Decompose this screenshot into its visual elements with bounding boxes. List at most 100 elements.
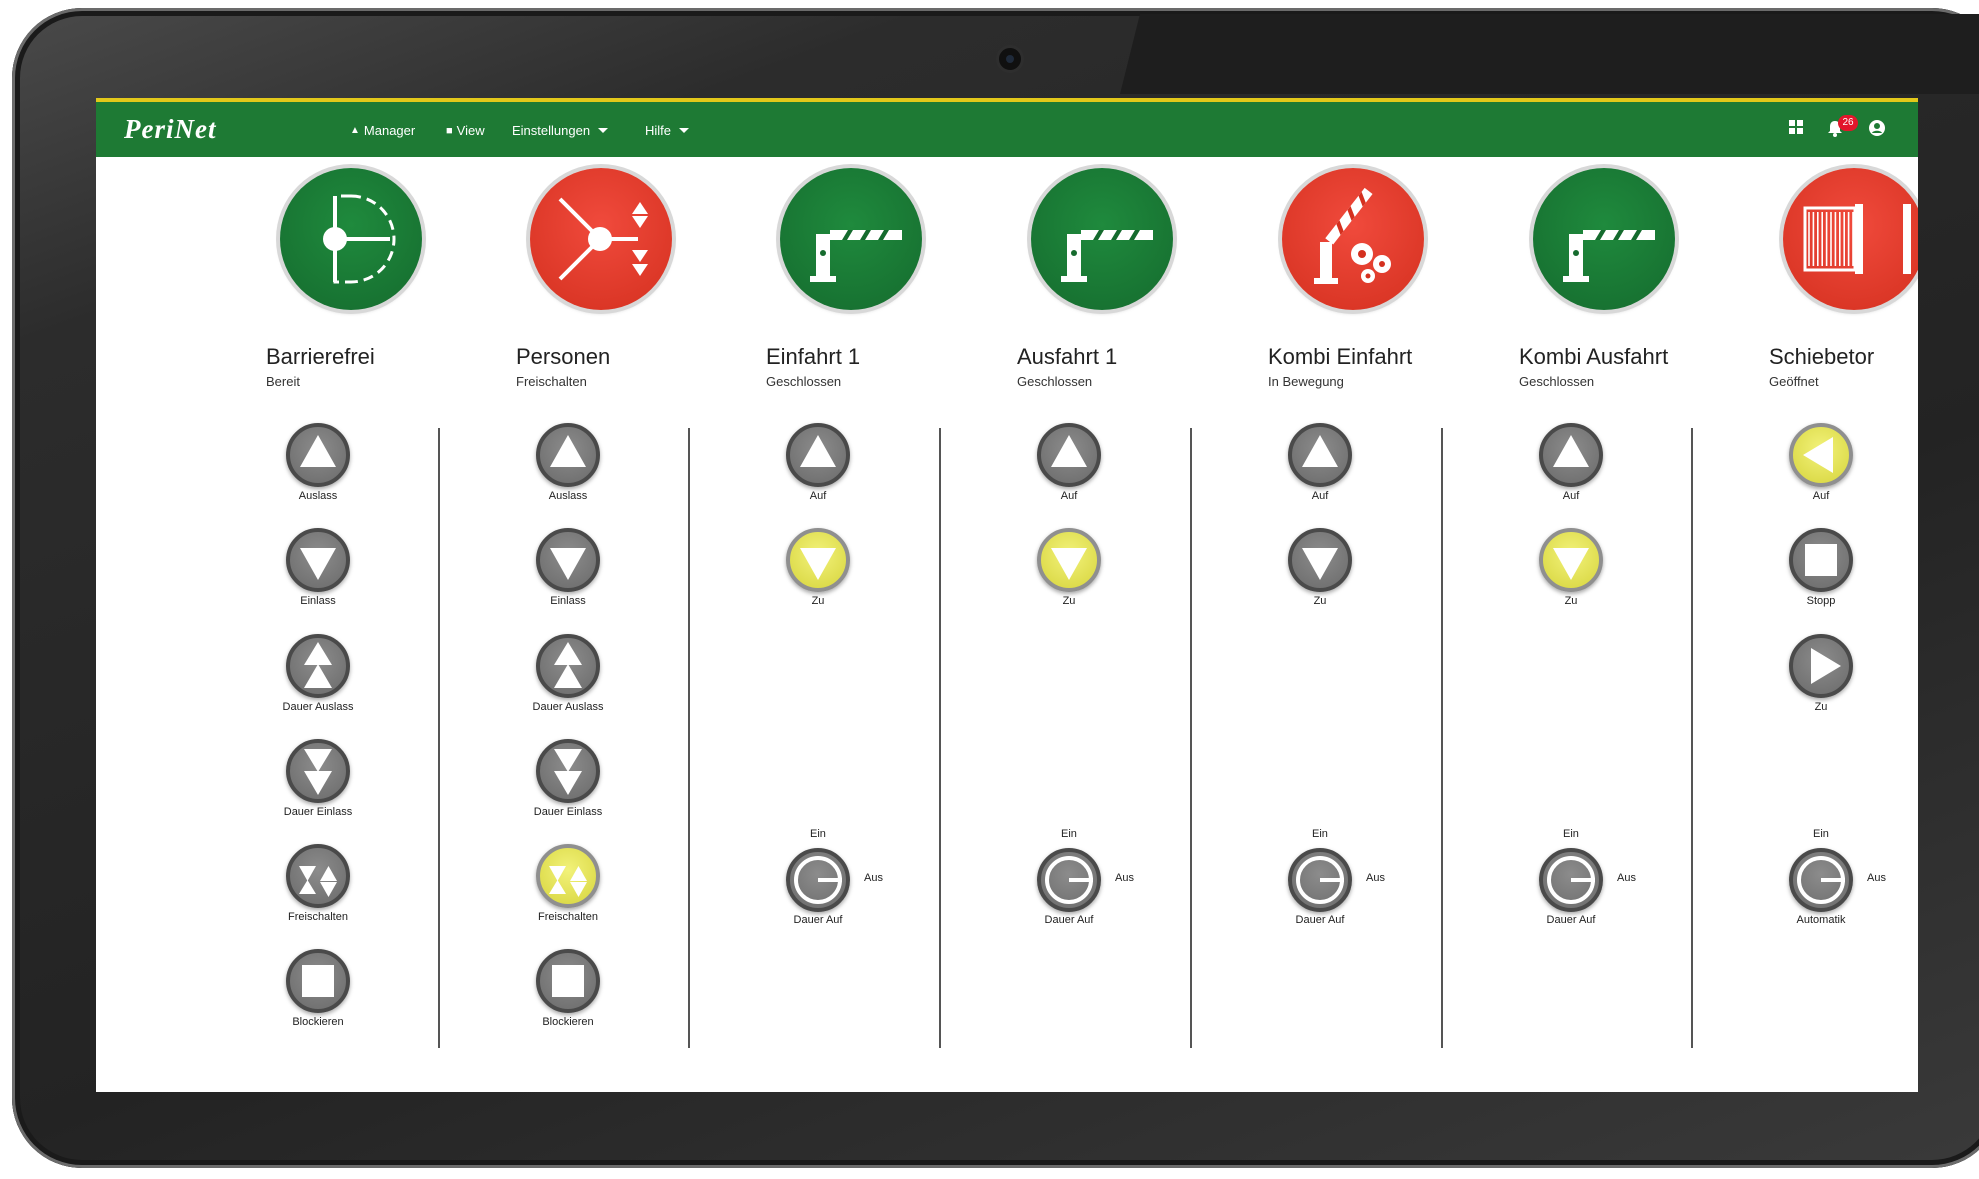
einlass-button[interactable] <box>536 528 600 592</box>
tablet-glare <box>1120 14 1979 94</box>
device-column-barrierefrei: Barrierefrei Bereit Auslass Einlass Dauer Au… <box>196 98 446 1092</box>
dauer-einlass-button[interactable] <box>536 739 600 803</box>
dauer-einlass-button[interactable] <box>286 739 350 803</box>
device-column-personen: Personen Freischalten Auslass Einlass Dauer … <box>446 98 696 1092</box>
auf-button[interactable] <box>1539 423 1603 487</box>
device-title: Ausfahrt 1 <box>1017 344 1118 369</box>
blockieren-button[interactable] <box>536 949 600 1013</box>
toggle-on-label: Ein <box>1563 828 1579 840</box>
device-column-kombi-ausfahrt: Kombi Ausfahrt Geschlossen Auf Zu Ein Aus Dau… <box>1449 98 1699 1092</box>
mode-toggle-dial[interactable] <box>1789 848 1853 912</box>
button-label: Auslass <box>298 490 338 502</box>
button-label: Blockieren <box>292 1016 344 1028</box>
double-arrow-up-icon <box>554 642 582 688</box>
zu-button[interactable] <box>1789 634 1853 698</box>
device-status: In Bewegung <box>1268 374 1344 389</box>
button-label: Dauer Auslass <box>532 701 604 713</box>
button-label: Auf <box>809 490 827 502</box>
mode-toggle-dial[interactable] <box>1037 848 1101 912</box>
zu-button[interactable] <box>1288 528 1352 592</box>
button-label: Zu <box>1062 595 1076 607</box>
zu-button[interactable] <box>1037 528 1101 592</box>
zu-button[interactable] <box>1539 528 1603 592</box>
column-divider <box>939 428 941 1048</box>
button-label: Freischalten <box>538 911 598 923</box>
dauer-auslass-button[interactable] <box>286 634 350 698</box>
double-arrow-down-icon <box>554 749 582 795</box>
barrier-moving-icon[interactable] <box>1282 168 1424 310</box>
auslass-button[interactable] <box>536 423 600 487</box>
arrow-down-icon <box>800 548 836 580</box>
barrier-closed-icon[interactable] <box>1533 168 1675 310</box>
einlass-button[interactable] <box>286 528 350 592</box>
arrow-down-icon <box>1302 548 1338 580</box>
toggle-off-label: Aus <box>1366 872 1385 884</box>
auf-button[interactable] <box>1037 423 1101 487</box>
device-column-kombi-einfahrt: Kombi Einfahrt In Bewegung Auf Zu Ein Aus Dau… <box>1198 98 1448 1092</box>
toggle-label: Dauer Auf <box>793 914 843 926</box>
mode-toggle-dial[interactable] <box>786 848 850 912</box>
toggle-off-label: Aus <box>1617 872 1636 884</box>
double-arrow-down-icon <box>304 749 332 795</box>
arrow-up-icon <box>1302 435 1338 467</box>
freischalten-button[interactable] <box>536 844 600 908</box>
toggle-label: Automatik <box>1796 914 1846 926</box>
toggle-on-label: Ein <box>1312 828 1328 840</box>
dial-icon <box>1045 856 1093 904</box>
button-label: Auslass <box>548 490 588 502</box>
button-label: Auf <box>1060 490 1078 502</box>
door-swing-icon[interactable] <box>280 168 422 310</box>
device-title: Kombi Einfahrt <box>1268 344 1413 369</box>
dial-icon <box>1797 856 1845 904</box>
device-status: Geschlossen <box>1519 374 1595 389</box>
turnstile-icon[interactable] <box>530 168 672 310</box>
barrier-closed-icon[interactable] <box>780 168 922 310</box>
double-arrow-up-icon <box>304 642 332 688</box>
button-label: Blockieren <box>542 1016 594 1028</box>
mode-toggle-dial[interactable] <box>1288 848 1352 912</box>
sliding-gate-icon[interactable] <box>1783 168 1918 310</box>
arrow-up-icon <box>1051 435 1087 467</box>
toggle-off-label: Aus <box>1115 872 1134 884</box>
device-status: Freischalten <box>516 374 587 389</box>
auf-button[interactable] <box>1789 423 1853 487</box>
auslass-button[interactable] <box>286 423 350 487</box>
barrier-closed-icon[interactable] <box>1031 168 1173 310</box>
column-divider <box>688 428 690 1048</box>
dauer-auslass-button[interactable] <box>536 634 600 698</box>
button-label: Auf <box>1311 490 1329 502</box>
auf-button[interactable] <box>786 423 850 487</box>
button-label: Zu <box>1313 595 1327 607</box>
dial-icon <box>1547 856 1595 904</box>
device-status: Bereit <box>266 374 300 389</box>
app-screen: PeriNet ▲ Manager ■ View Einstellungen H… <box>96 98 1918 1092</box>
button-label: Einlass <box>300 595 336 607</box>
toggle-on-label: Ein <box>1061 828 1077 840</box>
button-label: Dauer Einlass <box>283 806 353 818</box>
device-title: Kombi Ausfahrt <box>1519 344 1669 369</box>
device-title: Personen <box>516 344 611 369</box>
mode-toggle-dial[interactable] <box>1539 848 1603 912</box>
button-label: Auf <box>1812 490 1830 502</box>
device-column-schiebetor: Schiebetor Geöffnet Auf Stopp Zu Ein Aus Autom… <box>1699 98 1918 1092</box>
button-label: Dauer Einlass <box>533 806 603 818</box>
button-label: Auf <box>1562 490 1580 502</box>
device-column-einfahrt-1: Einfahrt 1 Geschlossen Auf Zu Ein Aus Dauer A… <box>696 98 946 1092</box>
button-label: Dauer Auslass <box>282 701 354 713</box>
button-label: Freischalten <box>288 911 348 923</box>
toggle-on-label: Ein <box>810 828 826 840</box>
freischalten-icon <box>299 866 337 897</box>
stopp-button[interactable] <box>1789 528 1853 592</box>
zu-button[interactable] <box>786 528 850 592</box>
square-icon <box>552 965 584 997</box>
blockieren-button[interactable] <box>286 949 350 1013</box>
auf-button[interactable] <box>1288 423 1352 487</box>
device-status: Geschlossen <box>1017 374 1093 389</box>
freischalten-button[interactable] <box>286 844 350 908</box>
button-label: Zu <box>1564 595 1578 607</box>
arrow-down-icon <box>1051 548 1087 580</box>
arrow-down-icon <box>1553 548 1589 580</box>
button-label: Zu <box>811 595 825 607</box>
column-divider <box>438 428 440 1048</box>
square-icon <box>302 965 334 997</box>
